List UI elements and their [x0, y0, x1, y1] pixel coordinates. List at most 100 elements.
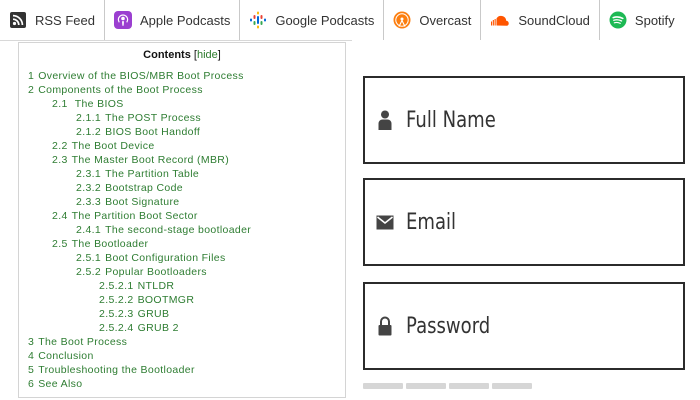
toc-item-text: The Partition Boot Sector [71, 210, 198, 222]
toc-item-text: The Boot Device [71, 140, 155, 152]
dash-segment [492, 383, 532, 389]
toc-list: 1 Overview of the BIOS/MBR Boot Process 2 C… [19, 69, 345, 391]
toc-item-text: Troubleshooting the Bootloader [38, 364, 195, 376]
toc-item[interactable]: 2 Components of the Boot Process [19, 83, 345, 97]
toc-item[interactable]: 2.3 The Master Boot Record (MBR) [19, 153, 345, 167]
apple-podcasts-link[interactable]: Apple Podcasts [105, 0, 241, 40]
toc-item[interactable]: 2.1.1 The POST Process [19, 111, 345, 125]
toc-item-number: 5 [28, 364, 35, 376]
toc-item-number: 2.2 [52, 140, 68, 152]
toc-item-text: The POST Process [105, 112, 201, 124]
toc-item[interactable]: 4 Conclusion [19, 349, 345, 363]
toc-item-text: Boot Signature [105, 196, 180, 208]
toc-hide-toggle[interactable]: [hide] [194, 49, 221, 61]
spotify-icon [609, 11, 627, 29]
toc-item-text: The Boot Process [38, 336, 128, 348]
toc-item-number: 2.3.1 [76, 168, 102, 180]
dash-segment [449, 383, 489, 389]
toc-item-number: 2.5.1 [76, 252, 102, 264]
toc-item-number: 2.3.2 [76, 182, 102, 194]
toc-item-text: The second-stage bootloader [105, 224, 252, 236]
podcast-subscribe-bar: RSS Feed Apple Podcasts Google Podcasts … [0, 0, 700, 40]
toc-item[interactable]: 5 Troubleshooting the Bootloader [19, 363, 345, 377]
toc-item[interactable]: 2.1.2 BIOS Boot Handoff [19, 125, 345, 139]
toc-item-text: Boot Configuration Files [105, 252, 226, 264]
toc-item[interactable]: 6 See Also [19, 377, 345, 391]
full-name-field[interactable]: Full Name [363, 76, 685, 164]
toc-item[interactable]: 2.3.2 Bootstrap Code [19, 181, 345, 195]
rss-feed-label: RSS Feed [35, 12, 95, 28]
toc-item-number: 2.5.2.2 [99, 294, 134, 306]
rss-feed-link[interactable]: RSS Feed [0, 0, 105, 40]
toc-item-text: BIOS Boot Handoff [105, 126, 201, 138]
password-field[interactable]: Password [363, 282, 685, 370]
toc-item[interactable]: 2.5.2.1 NTLDR [19, 279, 345, 293]
spotify-link[interactable]: Spotify [600, 0, 684, 40]
rss-icon [9, 11, 27, 29]
toc-item[interactable]: 1 Overview of the BIOS/MBR Boot Process [19, 69, 345, 83]
toc-item[interactable]: 2.3.3 Boot Signature [19, 195, 345, 209]
toc-item[interactable]: 2.3.1 The Partition Table [19, 167, 345, 181]
toc-item-text: The Partition Table [105, 168, 200, 180]
toc-item[interactable]: 3 The Boot Process [19, 335, 345, 349]
toc-item[interactable]: 2.5.2.3 GRUB [19, 307, 345, 321]
toc-item[interactable]: 2.5.2.2 BOOTMGR [19, 293, 345, 307]
toc-item-number: 2.4.1 [76, 224, 102, 236]
toc-item-number: 2.4 [52, 210, 68, 222]
overcast-icon [393, 11, 411, 29]
toc-item[interactable]: 2.5.1 Boot Configuration Files [19, 251, 345, 265]
toc-item-text: See Also [38, 378, 83, 390]
toc-item-text: The Bootloader [71, 238, 149, 250]
toc-item-text: The Master Boot Record (MBR) [71, 154, 230, 166]
overcast-link[interactable]: Overcast [384, 0, 482, 40]
soundcloud-label: SoundCloud [518, 12, 590, 28]
dash-segment [406, 383, 446, 389]
toc-item-number: 2.1.2 [76, 126, 102, 138]
toc-item-text: GRUB 2 [137, 322, 179, 334]
toc-item-number: 2.1.1 [76, 112, 102, 124]
toc-item-text: The BIOS [71, 98, 124, 110]
toc-item[interactable]: 2.5 The Bootloader [19, 237, 345, 251]
toc-item-number: 2.3 [52, 154, 68, 166]
toc-item-number: 2.1 [52, 98, 68, 110]
google-podcasts-link[interactable]: Google Podcasts [240, 0, 385, 40]
toc-item-text: GRUB [137, 308, 170, 320]
soundcloud-link[interactable]: SoundCloud [481, 0, 600, 40]
toc-item-number: 2.5.2.1 [99, 280, 134, 292]
form-progress-dashes [363, 383, 535, 389]
email-field[interactable]: Email [363, 178, 685, 266]
toc-item-number: 6 [28, 378, 35, 390]
toc-item[interactable]: 2.4 The Partition Boot Sector [19, 209, 345, 223]
toc-item[interactable]: 2.4.1 The second-stage bootloader [19, 223, 345, 237]
toc-hide-label[interactable]: hide [197, 49, 218, 61]
toc-header: Contents [hide] [19, 49, 345, 61]
table-of-contents: Contents [hide] 1 Overview of the BIOS/MB… [18, 42, 346, 398]
toc-item-number: 2.5.2.3 [99, 308, 134, 320]
google-podcasts-label: Google Podcasts [275, 12, 375, 28]
toc-item-text: Conclusion [38, 350, 94, 362]
soundcloud-icon [490, 11, 510, 29]
toc-item-number: 2.5.2 [76, 266, 102, 278]
toc-item[interactable]: 2.5.2 Popular Bootloaders [19, 265, 345, 279]
apple-podcasts-label: Apple Podcasts [139, 12, 231, 28]
toc-item-number: 2 [28, 84, 35, 96]
envelope-icon [376, 210, 394, 234]
toc-item-number: 2.5 [52, 238, 68, 250]
google-podcasts-icon [249, 11, 267, 29]
toc-title: Contents [143, 49, 191, 61]
toc-item-text: NTLDR [137, 280, 175, 292]
toc-item-text: Bootstrap Code [105, 182, 183, 194]
toc-item[interactable]: 2.5.2.4 GRUB 2 [19, 321, 345, 335]
divider [0, 40, 352, 41]
apple-podcasts-icon [113, 11, 132, 29]
toc-item-number: 4 [28, 350, 35, 362]
toc-item[interactable]: 2.2 The Boot Device [19, 139, 345, 153]
toc-item[interactable]: 2.1 The BIOS [19, 97, 345, 111]
full-name-placeholder: Full Name [406, 107, 496, 133]
email-placeholder: Email [406, 209, 457, 235]
user-icon [376, 108, 394, 132]
toc-item-number: 3 [28, 336, 35, 348]
dash-segment [363, 383, 403, 389]
toc-item-number: 2.5.2.4 [99, 322, 134, 334]
toc-item-text: BOOTMGR [137, 294, 195, 306]
